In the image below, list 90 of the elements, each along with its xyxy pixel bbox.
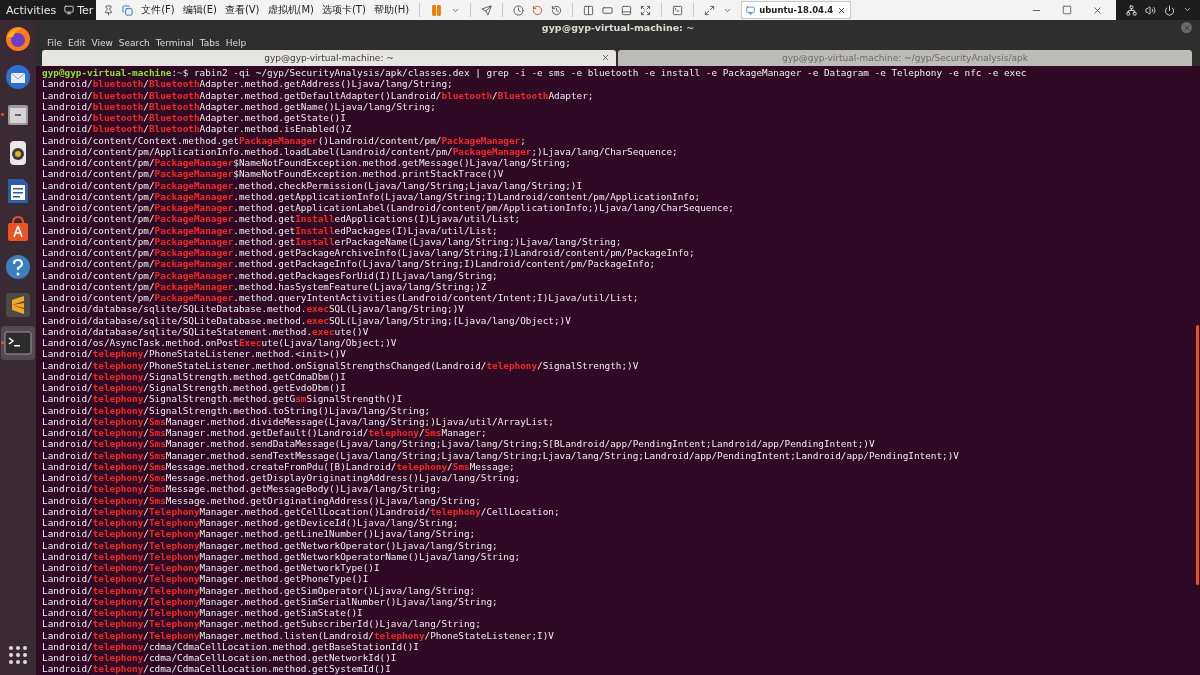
terminal-line: Landroid/telephony/SmsManager.method.getDefault()Landroid/telephony/SmsManager; bbox=[42, 427, 488, 439]
mail-icon bbox=[4, 63, 32, 91]
terminal-line: Landroid/telephony/TelephonyManager.method.getLine1Number()Ljava/lang/String; bbox=[42, 528, 477, 540]
terminal-line: Landroid/telephony/TelephonyManager.method.getDeviceId()Ljava/lang/String; bbox=[42, 517, 460, 529]
terminal-line: Landroid/database/sqlite/SQLiteDatabase.method.execSQL(Ljava/lang/String;)V bbox=[42, 303, 465, 315]
vm-tab[interactable]: ubuntu-18.04.4 bbox=[741, 1, 852, 19]
terminal-line: Landroid/telephony/TelephonyManager.method.getCellLocation()Landroid/telephony/CellLocation; bbox=[42, 505, 561, 517]
terminal-line: Landroid/telephony/SmsManager.method.sendTextMessage(Ljava/lang/String;Ljava/lang/String;Ljava/lang/String;Landroid/app/PendingIntent;Landroid/app/PendingIntent;)V bbox=[42, 449, 960, 461]
menu-item[interactable]: 文件(F) bbox=[138, 3, 178, 17]
help-icon bbox=[5, 254, 31, 280]
terminal-line: Landroid/telephony/SmsMessage.method.getDisplayOriginatingAddress()Ljava/lang/String; bbox=[42, 472, 522, 484]
browser-icon bbox=[4, 25, 32, 53]
activities-button[interactable]: Activities bbox=[0, 3, 65, 17]
terminal-line: Landroid/telephony/SmsMessage.method.createFromPdu([B)Landroid/telephony/SmsMessage; bbox=[42, 460, 515, 472]
terminal-line: Landroid/bluetooth/BluetoothAdapter.method.getName()Ljava/lang/String; bbox=[42, 100, 436, 112]
terminal-line: Landroid/telephony/SignalStrength.method.getCdmaDbm()I bbox=[42, 370, 346, 382]
terminal-line: Landroid/content/pm/PackageManager.method.get InstalledApplications(I)Ljava/util/List; bbox=[42, 213, 522, 225]
terminal-icon bbox=[4, 331, 32, 355]
terminal-line: Landroid/telephony/cdma/CdmaCellLocation.method.getSystemId()I bbox=[42, 663, 392, 675]
terminal-line: Landroid/telephony/TelephonyManager.method.getNetworkOperator()Ljava/lang/String; bbox=[42, 539, 499, 551]
menu-item[interactable]: Edit bbox=[65, 37, 89, 48]
terminal-line: Landroid/telephony/TelephonyManager.method.getSimState()I bbox=[42, 607, 364, 619]
tab[interactable]: gyp@gyp-virtual-machine: ~ bbox=[42, 50, 616, 66]
terminal-line: Landroid/telephony/TelephonyManager.method.getSimSerialNumber()Ljava/lang/String; bbox=[42, 595, 499, 607]
close-button[interactable] bbox=[1181, 22, 1192, 33]
menu-item[interactable]: File bbox=[44, 37, 66, 48]
menu-item[interactable]: Tabs bbox=[196, 37, 223, 48]
menu-item[interactable]: 编辑(E) bbox=[179, 3, 220, 17]
terminal-line: Landroid/content/pm/PackageManager$NameNotFoundException.method.getMessage()Ljava/lang/String; bbox=[42, 157, 572, 169]
terminal-line: Landroid/content/pm/PackageManager.method.get InstallerPackageName(Ljava/lang/String;)Ljava/lang/String; bbox=[42, 235, 623, 247]
menu-item[interactable]: 查看(V) bbox=[221, 3, 263, 17]
terminal-line: Landroid/bluetooth/BluetoothAdapter.method.isEnabled()Z bbox=[42, 123, 353, 135]
editor-icon bbox=[5, 292, 31, 318]
terminal-line: Landroid/os/AsyncTask.method.onPostExecute(Ljava/lang/Object;)V bbox=[42, 337, 398, 349]
terminal-line: Landroid/telephony/cdma/CdmaCellLocation.method.getNetworkId()I bbox=[42, 652, 398, 664]
terminal-line: Landroid/telephony/TelephonyManager.method.getSubscriberId()Ljava/lang/String; bbox=[42, 618, 482, 630]
app-menu[interactable]: Ter bbox=[64, 3, 97, 17]
menu-item[interactable]: Search bbox=[115, 37, 153, 48]
terminal-line: Landroid/content/pm/ApplicationInfo.method.loadLabel(Landroid/content/pm/PackageManager;)Ljava/lang/CharSequence; bbox=[42, 145, 679, 157]
terminal-line: Landroid/content/pm/PackageManager$NameNotFoundException.method.printStackTrace()V bbox=[42, 168, 505, 180]
apps-grid-icon[interactable] bbox=[8, 645, 28, 665]
terminal-line: Landroid/content/pm/PackageManager.method.getApplicationInfo(Ljava/lang/String;I)Landroid/content/pm/ApplicationInfo; bbox=[42, 190, 702, 202]
terminal-line: Landroid/telephony/SmsManager.method.sendDataMessage(Ljava/lang/String;Ljava/lang/String;S[BLandroid/app/PendingIntent;Landroid/app/PendingIntent;)V bbox=[42, 438, 876, 450]
terminal-line: Landroid/content/Context.method.getPackageManager()Landroid/content/pm/PackageManager; bbox=[42, 134, 527, 146]
terminal-line: Landroid/telephony/TelephonyManager.method.getPhoneType()I bbox=[42, 573, 370, 585]
close-icon[interactable] bbox=[601, 53, 610, 62]
terminal-line: Landroid/telephony/TelephonyManager.method.listen(Landroid/telephony/PhoneStateListener;I)V bbox=[42, 629, 555, 641]
terminal-line: Landroid/telephony/PhoneStateListener.method.onSignalStrengthsChanged(Landroid/telephony/SignalStrength;)V bbox=[42, 359, 640, 371]
terminal-line: Landroid/telephony/PhoneStateListener.method.<init>()V bbox=[42, 348, 347, 360]
terminal-line: Landroid/bluetooth/BluetoothAdapter.method.getState()I bbox=[42, 112, 347, 124]
terminal-line: Landroid/telephony/SmsManager.method.divideMessage(Ljava/lang/String;)Ljava/util/ArrayList; bbox=[42, 415, 555, 427]
terminal-line: Landroid/bluetooth/BluetoothAdapter.method.getAddress()Ljava/lang/String; bbox=[42, 78, 454, 90]
terminal-line: Landroid/telephony/SmsMessage.method.getOriginatingAddress()Ljava/lang/String; bbox=[42, 494, 482, 506]
menu-item[interactable]: 选项卡(T) bbox=[318, 3, 369, 17]
monitor-icon bbox=[746, 5, 756, 15]
menu-item[interactable]: 虚拟机(M) bbox=[264, 3, 317, 17]
menu-item[interactable]: Terminal bbox=[152, 37, 197, 48]
monitor-icon bbox=[64, 5, 75, 15]
terminal-line: Landroid/database/sqlite/SQLiteDatabase.method.execSQL(Ljava/lang/String;[Ljava/lang/Object;)V bbox=[42, 314, 572, 326]
terminal-line: Landroid/content/pm/PackageManager.method.getApplicationLabel(Landroid/content/pm/ApplicationInfo;)Ljava/lang/CharSequence; bbox=[42, 202, 735, 214]
terminal-line: Landroid/bluetooth/BluetoothAdapter.method.getDefaultAdapter()Landroid/bluetooth/BluetoothAdapter; bbox=[42, 89, 595, 101]
document-icon bbox=[6, 177, 30, 205]
terminal-line: Landroid/content/pm/PackageManager.method.checkPermission(Ljava/lang/String;Ljava/lang/String;)I bbox=[42, 179, 584, 191]
file-cabinet-icon bbox=[5, 102, 31, 128]
terminal-line: Landroid/telephony/SignalStrength.method.getGsmSignalStrength()I bbox=[42, 393, 404, 405]
terminal-line: Landroid/content/pm/PackageManager.method.getPackageArchiveInfo(Ljava/lang/String;I)Landroid/content/pm/PackageInfo; bbox=[42, 247, 696, 259]
terminal-line: Landroid/content/pm/PackageManager.method.hasSystemFeature(Ljava/lang/String;)Z bbox=[42, 280, 487, 292]
terminal-line: Landroid/content/pm/PackageManager.method.getPackageInfo(Ljava/lang/String;I)Landroid/content/pm/PackageInfo; bbox=[42, 258, 657, 270]
terminal-line: Landroid/telephony/TelephonyManager.method.getSimOperator()Ljava/lang/String; bbox=[42, 584, 477, 596]
close-icon[interactable] bbox=[837, 5, 847, 15]
terminal-line: Landroid/content/pm/PackageManager.method.get InstalledPackages(I)Ljava/util/List; bbox=[42, 224, 499, 236]
menu-item[interactable]: Help bbox=[222, 37, 250, 48]
scrollbar-thumb[interactable] bbox=[1196, 325, 1199, 585]
terminal-line: Landroid/telephony/SignalStrength.method.getEvdoDbm()I bbox=[42, 382, 347, 394]
menu-item[interactable]: View bbox=[88, 37, 116, 48]
terminal-line: Landroid/telephony/TelephonyManager.method.getNetworkOperatorName()Ljava/lang/String; bbox=[42, 550, 522, 562]
network-icon[interactable] bbox=[1126, 4, 1137, 16]
terminal-line: Landroid/database/sqlite/SQLiteStatement.method.execute()V bbox=[42, 325, 369, 337]
window-title: gyp@gyp-virtual-machine: ~ bbox=[541, 22, 695, 33]
terminal-line: Landroid/telephony/TelephonyManager.method.getNetworkType()I bbox=[42, 562, 381, 574]
terminal-line: Landroid/telephony/cdma/CdmaCellLocation.method.getBaseStationId()I bbox=[42, 640, 419, 652]
power-icon[interactable] bbox=[1164, 4, 1175, 16]
shopping-bag-icon bbox=[5, 215, 31, 243]
volume-icon[interactable] bbox=[1145, 4, 1156, 16]
terminal-line: Landroid/content/pm/PackageManager.method.queryIntentActivities(Landroid/content/Intent;I)Ljava/util/List; bbox=[42, 292, 640, 304]
terminal-line: Landroid/content/pm/PackageManager.method.getPackagesForUid(I)[Ljava/lang/String; bbox=[42, 269, 499, 281]
terminal-line: Landroid/telephony/SignalStrength.method.toString()Ljava/lang/String; bbox=[42, 404, 432, 416]
menu-item[interactable]: 帮助(H) bbox=[370, 3, 413, 17]
prompt-line: gyp@gyp-virtual-machine:~$ rabin2 -qi ~/gyp/SecurityAnalysis/apk/classes.dex | grep -i -e sms -e bluetooth -e install -e PackageManager -e Datagram -e Telephony -e nfc -e exec bbox=[42, 67, 1028, 79]
terminal-line: Landroid/telephony/SmsMessage.method.getMessageBody()Ljava/lang/String; bbox=[42, 483, 443, 495]
